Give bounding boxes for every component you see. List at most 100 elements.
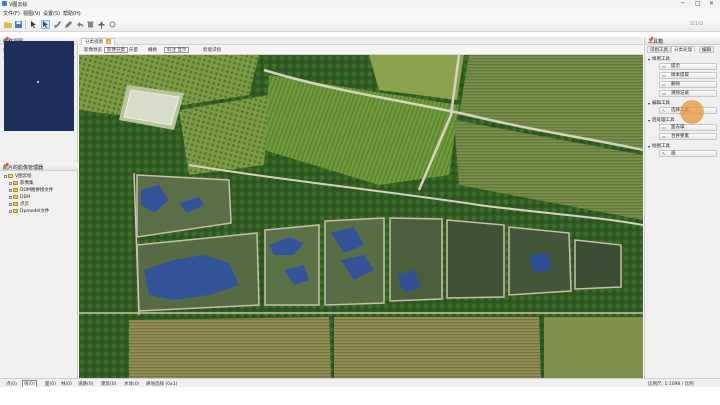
button-label: 面去噪 xyxy=(671,125,685,130)
section-title: 样例工具 xyxy=(652,57,671,62)
denoise-icon: ▭ xyxy=(662,125,666,130)
draw-button[interactable]: ✎ 画 xyxy=(659,150,717,157)
folder-icon xyxy=(13,209,18,213)
map-canvas[interactable] xyxy=(79,55,643,378)
tree-item-label: DOM图拼接文件 xyxy=(20,188,54,193)
tree-item-images[interactable]: 影像集 xyxy=(9,180,34,186)
folder-open-icon[interactable] xyxy=(3,20,12,29)
save-icon[interactable] xyxy=(14,20,23,29)
menu-file[interactable]: 文件(F) xyxy=(3,10,20,17)
pin-icon[interactable]: 📌 xyxy=(648,37,718,43)
tool-image-classification[interactable]: 影像分类 xyxy=(104,47,128,53)
checkbox[interactable] xyxy=(9,195,12,199)
measure-icon[interactable] xyxy=(108,20,117,29)
menu-bar: 文件(F) 视图(V) 设置(S) 帮助(H) xyxy=(0,8,720,17)
window-title: V图云绘 xyxy=(9,2,28,8)
tree-item-dem[interactable]: DEM xyxy=(9,194,30,200)
collapse-icon: ▾ xyxy=(648,100,651,106)
menu-view[interactable]: 视图(V) xyxy=(23,10,40,17)
tree-header: 航片的影像管理器 📌 xyxy=(0,163,78,171)
sample-extract-button[interactable]: ▭ 样本提取 xyxy=(659,72,717,79)
button-label: 删除 xyxy=(671,82,680,87)
hint-icon: ▭ xyxy=(662,64,666,69)
collapse-icon: ▾ xyxy=(648,117,651,123)
checkbox[interactable] xyxy=(9,202,12,206)
brush-icon[interactable] xyxy=(53,20,62,29)
clear-icon: ▭ xyxy=(662,91,666,96)
section-title: 编辑工具 xyxy=(652,101,671,106)
right-panel: 工具箱 📌 识别工具 分类处理 编辑 ▾ 样例工具 ▭ 提示 ▭ 样本提取 ▭ 删除 ▭… xyxy=(644,37,720,378)
tool-label-display[interactable]: 标注 显示 xyxy=(164,47,190,53)
close-icon[interactable]: x xyxy=(106,39,111,44)
click-highlight xyxy=(680,100,704,124)
delete-button[interactable]: ▭ 删除 xyxy=(659,81,717,88)
overview-viewport-marker xyxy=(37,81,39,83)
tool-smart-recognition[interactable]: 智能识别 xyxy=(200,47,224,53)
overview-map[interactable] xyxy=(4,41,74,131)
tab-classification-processing[interactable]: 分类处理 xyxy=(671,46,695,53)
section-draw-tools[interactable]: ▾ 绘图工具 xyxy=(648,143,671,150)
menu-help[interactable]: 帮助(H) xyxy=(63,10,81,17)
map-toolbar: 影像预览 影像分类 矢量 栅格 标注 显示 智能识别 xyxy=(79,45,643,55)
draw-icon: ✎ xyxy=(662,151,666,156)
clear-records-button[interactable]: ▭ 清除记录 xyxy=(659,90,717,97)
section-edit-tools[interactable]: ▾ 编辑工具 xyxy=(648,100,671,107)
tab-classification-view[interactable]: 分类视图 x xyxy=(81,38,115,45)
pointer-icon: ↖ xyxy=(662,108,666,113)
delete-icon[interactable] xyxy=(86,20,95,29)
tab-recognition-tools[interactable]: 识别工具 xyxy=(647,46,671,53)
extract-icon: ▭ xyxy=(662,73,666,78)
section-title: 绘图工具 xyxy=(652,144,671,149)
close-icon[interactable]: ✕ xyxy=(709,0,714,7)
checkbox[interactable] xyxy=(9,209,12,213)
tree-item-label: DEM xyxy=(20,194,31,200)
denoise-button[interactable]: ▭ 面去噪 xyxy=(659,124,717,131)
section-title: 后处理工具 xyxy=(652,118,675,123)
tree-item-dom[interactable]: DOM图拼接文件 xyxy=(9,187,53,193)
tree-item-label: 点云 xyxy=(20,202,29,207)
hint-button[interactable]: ▭ 提示 xyxy=(659,63,717,70)
collapse-icon: ▾ xyxy=(648,56,651,62)
bottom-margin xyxy=(0,387,720,405)
section-sample-tools[interactable]: ▾ 样例工具 xyxy=(648,56,671,63)
tree-item-pointcloud[interactable]: 点云 xyxy=(9,201,29,207)
tree-item-label: 影像集 xyxy=(20,181,34,186)
merge-icon: ▭ xyxy=(662,134,666,139)
checkbox[interactable] xyxy=(4,174,7,178)
button-label: 样本提取 xyxy=(671,73,689,78)
cursor-icon[interactable] xyxy=(41,20,50,29)
tree-item-dpmodel[interactable]: Dpmodel文件 xyxy=(9,208,49,214)
tree-item-label: V图云绘 xyxy=(15,174,32,179)
maximize-icon[interactable]: □ xyxy=(695,0,701,7)
toolbar-separator xyxy=(25,20,26,29)
tree-item-label: Dpmodel文件 xyxy=(20,209,50,214)
tool-vector[interactable]: 矢量 xyxy=(126,47,141,53)
pin-icon[interactable]: 📌 xyxy=(3,163,75,169)
tree-item-root[interactable]: V图云绘 xyxy=(4,173,32,179)
checkbox[interactable] xyxy=(9,181,12,185)
folder-icon xyxy=(13,195,18,199)
left-panel: 缩略视图 📌 影像显示 全部 ▾ 航片的影像管理器 📌 V图云绘 影像集 DOM… xyxy=(0,37,78,378)
undo-icon[interactable] xyxy=(76,20,85,29)
button-label: 清除记录 xyxy=(671,91,689,96)
merge-features-button[interactable]: ▭ 合并要素 xyxy=(659,133,717,140)
tool-raster[interactable]: 栅格 xyxy=(145,47,160,53)
pin-icon[interactable] xyxy=(97,20,106,29)
button-label: 提示 xyxy=(671,64,680,69)
draw-icon[interactable] xyxy=(64,20,73,29)
tool-image-preview[interactable]: 影像预览 xyxy=(81,47,105,53)
status-bar: 点(0) 线(0) 面(0) 林(0) 道路(0) 建筑(0) 水体(0) 耕地… xyxy=(0,378,720,388)
section-postprocess-tools[interactable]: ▾ 后处理工具 xyxy=(648,117,675,124)
button-label: 合并要素 xyxy=(671,134,689,139)
minimize-icon[interactable]: ─ xyxy=(681,0,685,7)
folder-icon xyxy=(13,202,18,206)
tab-edit[interactable]: 编辑 xyxy=(699,46,714,53)
delete-icon: ▭ xyxy=(662,82,666,87)
folder-icon xyxy=(8,174,13,178)
button-label: 画 xyxy=(671,151,676,156)
aerial-image xyxy=(79,55,643,378)
pointer-icon[interactable] xyxy=(29,20,38,29)
checkbox[interactable] xyxy=(9,188,12,192)
menu-settings[interactable]: 设置(S) xyxy=(43,10,60,17)
document-tabs: 分类视图 x xyxy=(79,37,643,45)
